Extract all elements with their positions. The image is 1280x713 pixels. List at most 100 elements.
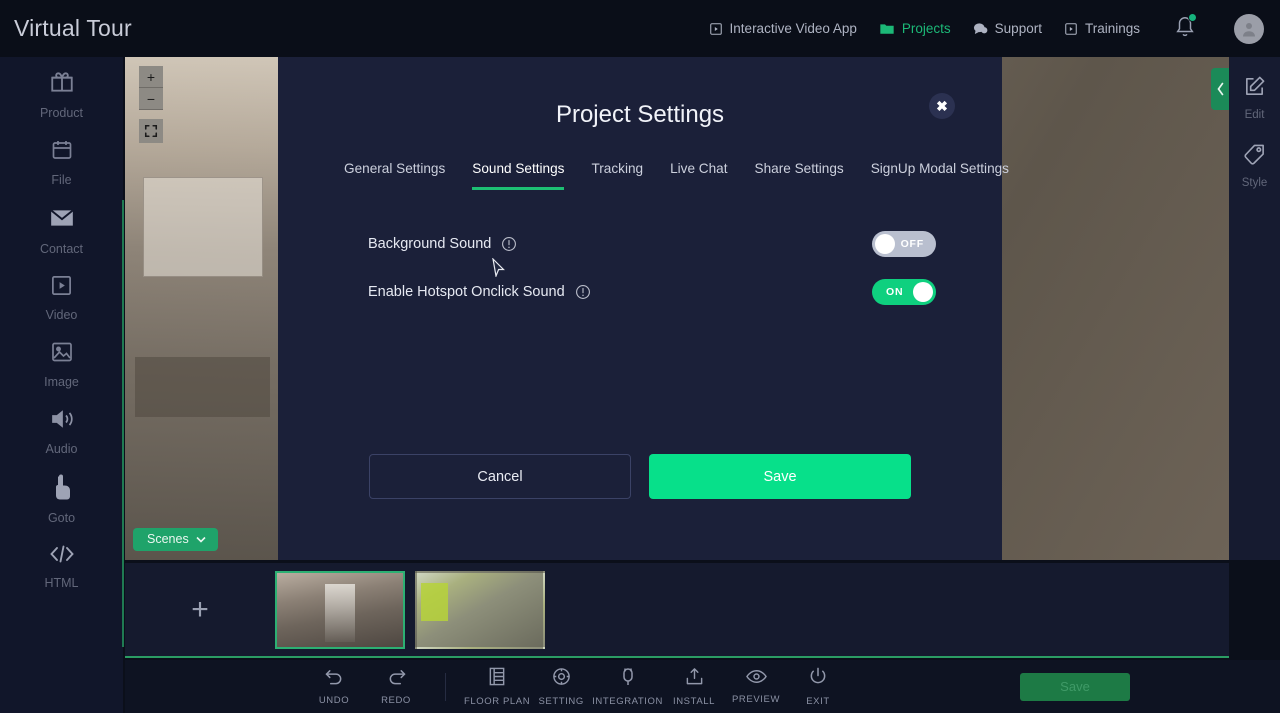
- tab-general-settings[interactable]: General Settings: [344, 161, 445, 190]
- tab-live-chat[interactable]: Live Chat: [670, 161, 727, 190]
- hotspot-onclick-sound-toggle[interactable]: ON: [872, 279, 936, 305]
- pencil-square-icon: [1243, 75, 1266, 103]
- nav-item-support[interactable]: Support: [973, 21, 1042, 36]
- scene-thumbnail-2[interactable]: [415, 570, 545, 649]
- tab-share-settings[interactable]: Share Settings: [755, 161, 844, 190]
- undo-button[interactable]: UNDO: [303, 668, 365, 706]
- sidebar-item-style[interactable]: Style: [1229, 143, 1280, 189]
- toggle-knob: [913, 282, 933, 302]
- setting-label: Enable Hotspot Onclick Sound: [368, 284, 565, 300]
- right-panel-collapse-button[interactable]: [1211, 68, 1229, 110]
- tool-label: PREVIEW: [732, 693, 781, 705]
- install-button[interactable]: INSTALL: [663, 667, 725, 707]
- sidebar-item-label: Goto: [47, 511, 76, 525]
- scenes-button-label: Scenes: [147, 532, 189, 546]
- sidebar-item-label: Contact: [39, 242, 84, 256]
- pointing-hand-icon: [51, 474, 73, 505]
- setting-button[interactable]: SETTING: [530, 667, 592, 707]
- close-icon: ✖: [936, 97, 948, 114]
- tab-signup-modal-settings[interactable]: SignUp Modal Settings: [871, 161, 1009, 190]
- sidebar-item-contact[interactable]: Contact: [0, 205, 123, 256]
- sidebar-item-goto[interactable]: Goto: [0, 474, 123, 525]
- floorplan-icon: [488, 667, 506, 691]
- sidebar-item-html[interactable]: HTML: [0, 543, 123, 590]
- exit-button[interactable]: EXIT: [787, 667, 849, 707]
- zoom-controls: + −: [139, 66, 163, 143]
- scenes-strip: +: [125, 563, 1229, 658]
- preview-button[interactable]: PREVIEW: [725, 669, 787, 705]
- sidebar-item-label: Video: [45, 308, 78, 322]
- tab-sound-settings[interactable]: Sound Settings: [472, 161, 565, 190]
- notification-bell-button[interactable]: [1174, 13, 1197, 43]
- toolbar-divider: [445, 672, 446, 701]
- bottom-save-button[interactable]: Save: [1020, 672, 1130, 701]
- sidebar-item-label: Image: [44, 375, 79, 389]
- toggle-state-label: ON: [886, 286, 904, 298]
- sidebar-item-label: Edit: [1244, 109, 1265, 121]
- nav-item-label: Interactive Video App: [729, 21, 857, 36]
- bottom-toolbar: UNDO REDO FLOOR PLAN SETTING INTEGRATION…: [125, 660, 1280, 713]
- folder-icon: [879, 22, 895, 36]
- power-icon: [809, 667, 827, 691]
- app-brand-title: Virtual Tour: [14, 15, 132, 41]
- info-icon[interactable]: [501, 236, 517, 252]
- nav-item-label: Support: [994, 21, 1042, 36]
- nav-item-projects[interactable]: Projects: [879, 21, 951, 36]
- floor-plan-button[interactable]: FLOOR PLAN: [464, 667, 530, 707]
- install-icon: [685, 667, 704, 691]
- calendar-icon: [50, 138, 74, 167]
- nav-item-interactive-video-app[interactable]: Interactive Video App: [709, 21, 857, 36]
- cancel-button[interactable]: Cancel: [369, 454, 631, 499]
- plug-icon: [620, 666, 636, 691]
- sidebar-item-label: Product: [39, 106, 84, 120]
- zoom-in-button[interactable]: +: [139, 66, 163, 88]
- tool-label: UNDO: [318, 694, 350, 706]
- notification-badge: [1188, 13, 1197, 22]
- sidebar-item-edit[interactable]: Edit: [1229, 75, 1280, 121]
- project-settings-modal: Project Settings ✖ General Settings Soun…: [278, 57, 1009, 560]
- top-nav: Interactive Video App Projects Support T…: [709, 13, 1280, 44]
- avatar[interactable]: [1234, 13, 1264, 44]
- chevron-left-icon: [1216, 82, 1223, 96]
- integration-button[interactable]: INTEGRATION: [592, 666, 663, 707]
- zoom-out-button[interactable]: −: [139, 88, 163, 110]
- left-sidebar: Product File Contact Video Image Audio G…: [0, 57, 123, 713]
- nav-item-trainings[interactable]: Trainings: [1064, 21, 1140, 36]
- sidebar-item-label: Style: [1241, 177, 1268, 189]
- video-box-icon: [50, 274, 73, 302]
- nav-item-label: Trainings: [1084, 21, 1140, 36]
- image-icon: [50, 340, 74, 369]
- background-sound-toggle[interactable]: OFF: [872, 231, 936, 257]
- setting-label: Background Sound: [368, 236, 492, 252]
- undo-icon: [325, 668, 344, 690]
- info-icon[interactable]: [575, 284, 591, 300]
- sidebar-item-file[interactable]: File: [0, 138, 123, 187]
- code-icon: [49, 543, 75, 570]
- sidebar-item-video[interactable]: Video: [0, 274, 123, 322]
- redo-button[interactable]: REDO: [365, 668, 427, 706]
- nav-item-label: Projects: [901, 21, 951, 36]
- save-button[interactable]: Save: [649, 454, 911, 499]
- sidebar-item-product[interactable]: Product: [0, 69, 123, 120]
- gear-icon: [552, 667, 571, 691]
- setting-row-hotspot-onclick-sound: Enable Hotspot Onclick Sound ON: [368, 268, 936, 316]
- sidebar-item-image[interactable]: Image: [0, 340, 123, 389]
- tab-tracking[interactable]: Tracking: [591, 161, 643, 190]
- sidebar-item-label: Audio: [45, 442, 78, 456]
- close-button[interactable]: ✖: [929, 93, 955, 119]
- redo-icon: [387, 668, 406, 690]
- scenes-dropdown-button[interactable]: Scenes: [133, 528, 218, 551]
- modal-actions: Cancel Save: [278, 454, 1002, 499]
- app-root: Virtual Tour Interactive Video App Proje…: [0, 0, 1280, 713]
- tool-label: FLOOR PLAN: [464, 695, 531, 707]
- fullscreen-button[interactable]: [139, 119, 163, 143]
- setting-row-background-sound: Background Sound OFF: [368, 220, 936, 268]
- toggle-state-label: OFF: [900, 238, 924, 250]
- envelope-icon: [49, 205, 75, 236]
- fullscreen-icon: [144, 124, 158, 138]
- settings-tabs: General Settings Sound Settings Tracking…: [278, 161, 1009, 190]
- scene-thumbnail-1[interactable]: [275, 570, 405, 649]
- sidebar-item-audio[interactable]: Audio: [0, 407, 123, 456]
- add-scene-button[interactable]: +: [135, 571, 265, 649]
- video-box-icon: [709, 22, 723, 36]
